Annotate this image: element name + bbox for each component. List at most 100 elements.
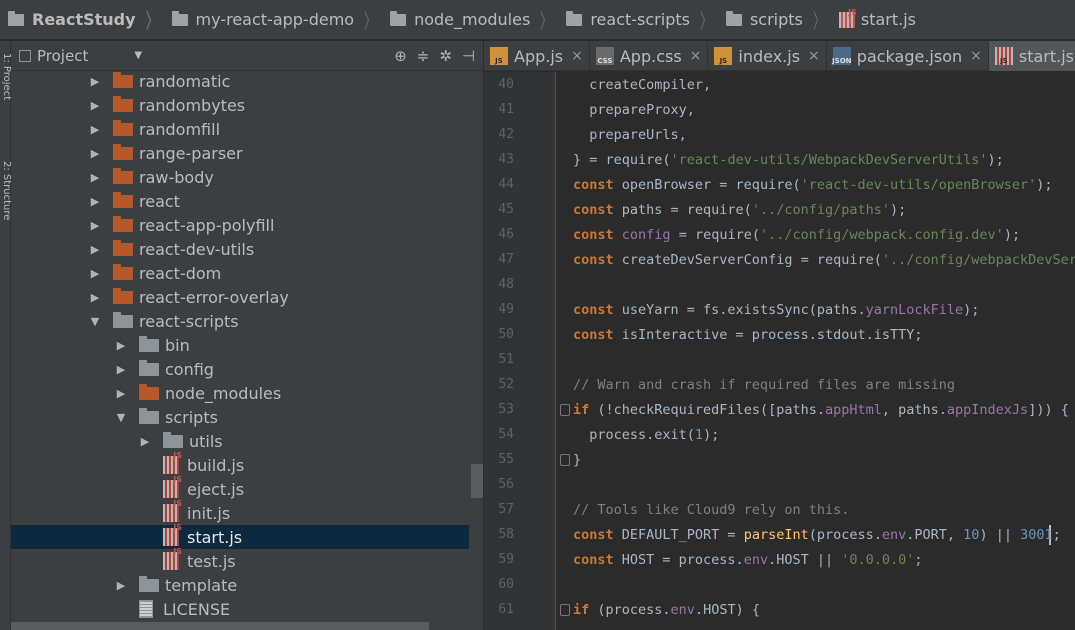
project-view-selector[interactable]: Project [37, 47, 88, 65]
folder-item[interactable]: ▶ react [11, 189, 469, 213]
expand-right-icon[interactable]: ▶ [115, 387, 127, 400]
expand-right-icon[interactable]: ▶ [115, 363, 127, 376]
scroll-from-source-icon[interactable]: ⊕ [394, 47, 407, 65]
code-token: prepareProxy, [573, 101, 695, 118]
editor-tab[interactable]: JS App.js × [484, 41, 590, 71]
code-line[interactable]: 52 // Warn and crash if required files ar… [484, 372, 1075, 397]
editor-tab[interactable]: JSON package.json × [827, 41, 989, 71]
file-item[interactable]: ▶start.js [11, 523, 469, 549]
code-editor[interactable]: 40 createCompiler, 41 prepareProxy, 42 pre… [484, 72, 1075, 630]
expand-down-icon[interactable]: ▼ [115, 411, 127, 424]
breadcrumb-item[interactable]: start.js [835, 0, 916, 39]
folder-item[interactable]: ▶ bin [11, 333, 469, 357]
fold-toggle-icon[interactable] [560, 603, 570, 616]
code-line[interactable]: 60 [484, 572, 1075, 597]
code-line[interactable]: 49 const useYarn = fs.existsSync(paths.ya… [484, 297, 1075, 322]
code-line[interactable]: 53 if (!checkRequiredFiles([paths.appHtml… [484, 397, 1075, 422]
tab-label: App.css [619, 46, 682, 66]
expand-right-icon[interactable]: ▶ [89, 267, 101, 280]
fold-toggle-icon[interactable] [560, 403, 570, 416]
code-line[interactable]: 51 [484, 347, 1075, 372]
code-line[interactable]: 61 if (process.env.HOST) { [484, 597, 1075, 622]
folder-item[interactable]: ▶ react-app-polyfill [11, 213, 469, 237]
horizontal-scrollbar[interactable] [11, 622, 429, 630]
folder-item[interactable]: ▶ raw-body [11, 165, 469, 189]
code-line[interactable]: 55} [484, 447, 1075, 472]
settings-gear-icon[interactable]: ✲ [439, 47, 452, 65]
breadcrumb-separator: 〉 [699, 9, 712, 33]
code-line[interactable]: 43} = require('react-dev-utils/WebpackDe… [484, 147, 1075, 172]
code-line[interactable]: 57 // Tools like Cloud9 rely on this. [484, 497, 1075, 522]
breadcrumb-item[interactable]: react-scripts 〉 [562, 0, 722, 39]
close-icon[interactable]: × [808, 48, 820, 64]
fold-toggle-icon[interactable] [560, 453, 570, 466]
code-line[interactable]: 42 prepareUrls, [484, 122, 1075, 147]
expand-right-icon[interactable]: ▶ [115, 579, 127, 592]
code-line[interactable]: 58 const DEFAULT_PORT = parseInt(process.… [484, 522, 1075, 547]
code-line[interactable]: 40 createCompiler, [484, 72, 1075, 97]
folder-item[interactable]: ▶ react-dom [11, 261, 469, 285]
expand-right-icon[interactable]: ▶ [89, 219, 101, 232]
file-item[interactable]: ▶init.js [11, 499, 469, 525]
breadcrumb-item[interactable]: my-react-app-demo 〉 [168, 0, 387, 39]
folder-item[interactable]: ▼ scripts [11, 405, 469, 429]
code-line[interactable]: 50 const isInteractive = process.stdout.i… [484, 322, 1075, 347]
expand-right-icon[interactable]: ▶ [89, 195, 101, 208]
editor-tab[interactable]: JSstart.js× [988, 41, 1075, 71]
code-line[interactable]: 45 const paths = require('../config/paths… [484, 197, 1075, 222]
code-token: HOST = process. [613, 551, 744, 568]
folder-item[interactable]: ▶ config [11, 357, 469, 381]
expand-right-icon[interactable]: ▶ [89, 99, 101, 112]
breadcrumb-item[interactable]: ReactStudy 〉 [4, 0, 168, 39]
code-line[interactable]: 46 const config = require('../config/webp… [484, 222, 1075, 247]
js-file-icon [838, 8, 857, 28]
code-line[interactable]: 41 prepareProxy, [484, 97, 1075, 122]
expand-right-icon[interactable]: ▶ [89, 291, 101, 304]
code-token: const [573, 201, 614, 218]
vertical-scrollbar[interactable] [471, 464, 483, 498]
hide-panel-icon[interactable]: ⊣ [462, 47, 475, 65]
breadcrumb-item[interactable]: node_modules 〉 [386, 0, 562, 39]
breadcrumb-item[interactable]: scripts 〉 [722, 0, 835, 39]
expand-right-icon[interactable]: ▶ [139, 435, 151, 448]
code-line[interactable]: 54 process.exit(1); [484, 422, 1075, 447]
close-icon[interactable]: × [970, 48, 982, 64]
folder-item[interactable]: ▶ template [11, 573, 469, 597]
folder-item[interactable]: ▼ react-scripts [11, 309, 469, 333]
code-text: if (!checkRequiredFiles([paths.appHtml, … [573, 402, 1069, 418]
json-file-icon: JSON [832, 47, 852, 65]
folder-item[interactable]: ▶ randomatic [11, 69, 469, 93]
code-line[interactable]: 44 const openBrowser = require('react-dev… [484, 172, 1075, 197]
expand-right-icon[interactable]: ▶ [115, 339, 127, 352]
tree-item-label: test.js [187, 551, 236, 571]
folder-item[interactable]: ▶ react-dev-utils [11, 237, 469, 261]
expand-right-icon[interactable]: ▶ [89, 75, 101, 88]
expand-right-icon[interactable]: ▶ [89, 147, 101, 160]
collapse-all-icon[interactable]: ≑ [417, 47, 430, 65]
close-icon[interactable]: × [571, 48, 583, 64]
editor-tab[interactable]: CSS App.css × [590, 41, 709, 71]
folder-item[interactable]: ▶ react-error-overlay [11, 285, 469, 309]
file-item[interactable]: ▶build.js [11, 451, 469, 477]
folder-item[interactable]: ▶ range-parser [11, 141, 469, 165]
file-item[interactable]: ▶test.js [11, 547, 469, 573]
folder-item[interactable]: ▶ randombytes [11, 93, 469, 117]
expand-down-icon[interactable]: ▼ [89, 315, 101, 328]
chevron-down-icon[interactable]: ▼ [134, 50, 142, 61]
expand-right-icon[interactable]: ▶ [89, 171, 101, 184]
editor-tab[interactable]: JS index.js × [708, 41, 827, 71]
folder-item[interactable]: ▶ node_modules [11, 381, 469, 405]
code-line[interactable]: 48 [484, 272, 1075, 297]
code-line[interactable]: 59 const HOST = process.env.HOST || '0.0.… [484, 547, 1075, 572]
line-number: 48 [498, 277, 514, 292]
code-line[interactable]: 56 [484, 472, 1075, 497]
expand-right-icon[interactable]: ▶ [89, 243, 101, 256]
file-item[interactable]: ▶eject.js [11, 475, 469, 501]
start-file-icon: JS [994, 47, 1013, 65]
expand-right-icon[interactable]: ▶ [89, 123, 101, 136]
file-item[interactable]: ▶LICENSE [11, 597, 469, 621]
code-line[interactable]: 47 const createDevServerConfig = require(… [484, 247, 1075, 272]
folder-item[interactable]: ▶ randomfill [11, 117, 469, 141]
folder-item[interactable]: ▶ utils [11, 429, 469, 453]
close-icon[interactable]: × [690, 48, 702, 64]
